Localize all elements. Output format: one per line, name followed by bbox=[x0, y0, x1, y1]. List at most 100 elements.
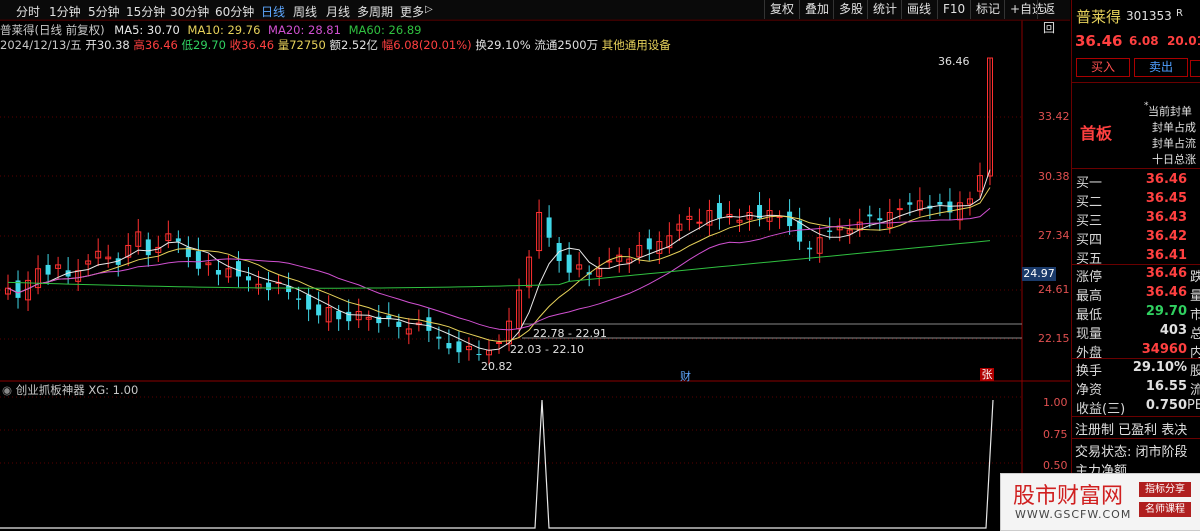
limit-marker[interactable]: 张 bbox=[980, 368, 994, 381]
watermark-ad[interactable]: 股市财富网 WWW.GSCFW.COM 指标分享 名师课程 bbox=[1000, 473, 1200, 531]
stat-suffix: 市 bbox=[1189, 308, 1200, 323]
stock-name: 普莱得 bbox=[1076, 8, 1122, 26]
candle-body bbox=[807, 247, 813, 250]
candle-body bbox=[446, 343, 452, 349]
stat2-suffix: 股 bbox=[1189, 364, 1200, 379]
candle-body bbox=[396, 321, 402, 327]
candle-body bbox=[896, 208, 903, 211]
stock-code: 301353 bbox=[1126, 9, 1172, 23]
min-price-annotation: 20.82 bbox=[481, 360, 513, 373]
candle-body bbox=[907, 202, 913, 205]
stock-pct: 20.01 bbox=[1167, 34, 1200, 48]
candle-body bbox=[195, 251, 201, 269]
ma10-line bbox=[7, 187, 991, 343]
y-label-2: 30.38 bbox=[1038, 170, 1070, 183]
stat-suffix: 总 bbox=[1189, 327, 1200, 342]
candle-body bbox=[696, 221, 703, 224]
bid-value: 36.41 bbox=[1145, 248, 1187, 263]
indicator-title: ◉ 创业抓板神器 XG: 1.00 bbox=[2, 382, 138, 398]
quote-panel: 普莱得 301353 R 36.46 6.08 20.01 买入 卖出 首板 当… bbox=[1071, 0, 1200, 529]
stat-label: 最高 bbox=[1076, 289, 1103, 304]
candles bbox=[5, 57, 993, 366]
candle-body bbox=[867, 214, 873, 217]
max-price-annotation: 36.46 bbox=[938, 55, 970, 68]
range-annotation-1: 22.78 - 22.91 bbox=[533, 327, 607, 340]
ind-y-label-2: 0.75 bbox=[1043, 428, 1068, 441]
candle-body bbox=[496, 342, 502, 345]
limit-info-1: 当前封单 bbox=[1148, 105, 1192, 118]
ma60-line bbox=[7, 240, 991, 289]
bid-value: 36.46 bbox=[1145, 172, 1187, 187]
limit-up-square bbox=[1190, 60, 1200, 77]
ind-y-label-1: 1.00 bbox=[1043, 396, 1068, 409]
stat-value: 403 bbox=[1159, 323, 1187, 338]
stat-row: 最高 36.46 量 bbox=[1074, 285, 1200, 304]
stat-value: 36.46 bbox=[1145, 285, 1187, 300]
watermark-site-name: 股市财富网 bbox=[1013, 484, 1124, 509]
watermark-tag-share: 指标分享 bbox=[1139, 482, 1191, 497]
stat2-row: 收益(三) 0.750 PE bbox=[1074, 398, 1200, 417]
stat2-label: 收益(三) bbox=[1076, 402, 1126, 417]
candle-body bbox=[175, 238, 181, 242]
candle-body bbox=[476, 353, 482, 355]
stock-r-mark: R bbox=[1176, 8, 1183, 19]
stat-row: 涨停 36.46 跌 bbox=[1074, 266, 1200, 285]
stat2-value: 16.55 bbox=[1145, 379, 1187, 394]
xg-signal-line bbox=[0, 399, 994, 529]
stat2-value: 29.10% bbox=[1132, 360, 1187, 375]
limit-info-2: 封单占成 bbox=[1152, 121, 1196, 134]
buy-button[interactable]: 买入 bbox=[1076, 58, 1130, 77]
range-annotation-2: 22.03 - 22.10 bbox=[510, 343, 584, 356]
candle-body bbox=[456, 341, 462, 353]
stat2-suffix: 流 bbox=[1189, 383, 1200, 398]
bid-label: 买一 bbox=[1076, 176, 1103, 191]
stock-change: 6.08 bbox=[1129, 34, 1159, 48]
candle-body bbox=[426, 317, 432, 331]
finance-marker[interactable]: 财 bbox=[680, 368, 691, 384]
candlestick-chart[interactable] bbox=[0, 0, 1070, 529]
stat2-suffix: PE bbox=[1186, 398, 1200, 413]
stat2-row: 换手 29.10% 股 bbox=[1074, 360, 1200, 379]
stat2-value: 0.750 bbox=[1145, 398, 1187, 413]
candle-body bbox=[266, 282, 272, 291]
stat-suffix: 量 bbox=[1189, 289, 1200, 304]
ma-lines bbox=[7, 169, 991, 351]
ma5-line bbox=[7, 169, 991, 351]
bid-value: 36.45 bbox=[1145, 191, 1187, 206]
candle-body bbox=[877, 218, 883, 221]
candle-body bbox=[787, 211, 793, 227]
bid-value: 36.42 bbox=[1145, 229, 1187, 244]
candle-body bbox=[306, 294, 312, 310]
limit-info-star: * bbox=[1144, 101, 1149, 111]
candle-body bbox=[296, 298, 302, 300]
candle-body bbox=[566, 254, 572, 273]
stat-label: 现量 bbox=[1076, 327, 1103, 342]
stat-value: 34960 bbox=[1141, 342, 1187, 357]
bid-row: 买三 36.43 bbox=[1074, 210, 1200, 229]
bid-label: 买三 bbox=[1076, 214, 1103, 229]
candle-body bbox=[245, 276, 251, 281]
stat2-row: 净资 16.55 流 bbox=[1074, 379, 1200, 398]
candle-body bbox=[235, 261, 241, 277]
watermark-tag-course: 名师课程 bbox=[1139, 502, 1191, 517]
ind-y-label-3: 0.50 bbox=[1043, 459, 1068, 472]
bid-row: 买一 36.46 bbox=[1074, 172, 1200, 191]
stat-row: 现量 403 总 bbox=[1074, 323, 1200, 342]
watermark-url: WWW.GSCFW.COM bbox=[1015, 508, 1132, 521]
stat-row: 最低 29.70 市 bbox=[1074, 304, 1200, 323]
candle-body bbox=[215, 270, 221, 275]
bid-row: 买二 36.45 bbox=[1074, 191, 1200, 210]
candle-body bbox=[436, 336, 442, 339]
bid-label: 买二 bbox=[1076, 195, 1103, 210]
sell-button[interactable]: 卖出 bbox=[1134, 58, 1188, 77]
bid-label: 买四 bbox=[1076, 233, 1103, 248]
candle-body bbox=[336, 310, 342, 320]
candle-body bbox=[716, 203, 722, 219]
y-label-3: 27.34 bbox=[1038, 229, 1070, 242]
stat-value: 36.46 bbox=[1145, 266, 1187, 281]
stock-price: 36.46 bbox=[1075, 32, 1123, 50]
candle-body bbox=[346, 311, 352, 322]
candle-body bbox=[316, 304, 322, 316]
first-board-banner: 首板 bbox=[1080, 124, 1113, 143]
y-label-5: 22.15 bbox=[1038, 332, 1070, 345]
